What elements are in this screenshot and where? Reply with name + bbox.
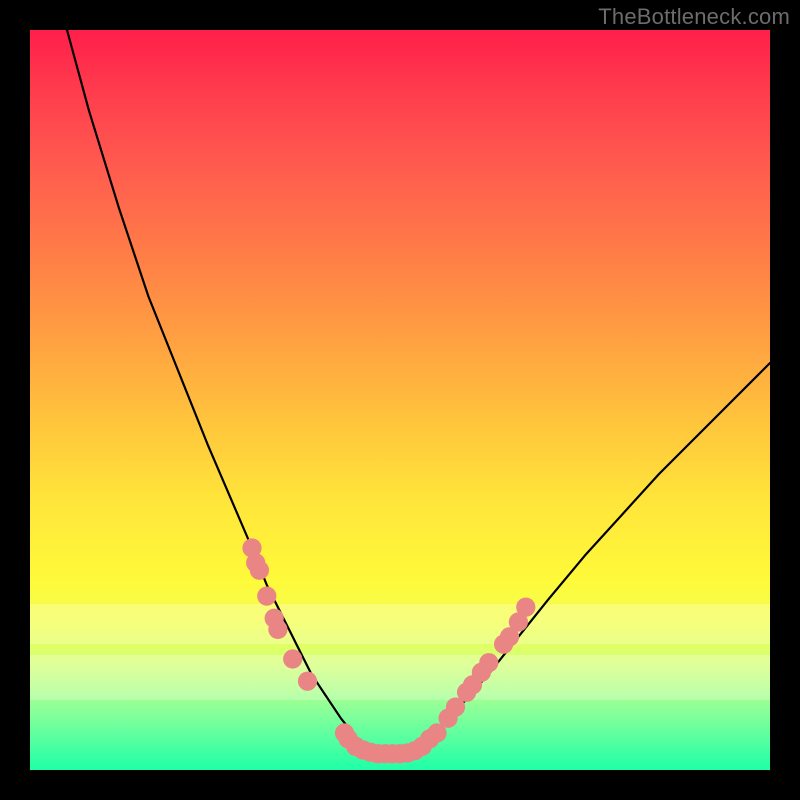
marker-dot — [283, 649, 302, 668]
marker-dot — [250, 561, 269, 580]
marker-dot — [298, 672, 317, 691]
marker-dot — [257, 586, 276, 605]
bottleneck-curve — [67, 30, 770, 754]
marker-dot — [479, 653, 498, 672]
curve-overlay — [30, 30, 770, 770]
watermark-text: TheBottleneck.com — [598, 4, 790, 30]
plot-area — [30, 30, 770, 770]
marker-dot — [516, 598, 535, 617]
marker-dot — [268, 620, 287, 639]
frame: TheBottleneck.com — [0, 0, 800, 800]
